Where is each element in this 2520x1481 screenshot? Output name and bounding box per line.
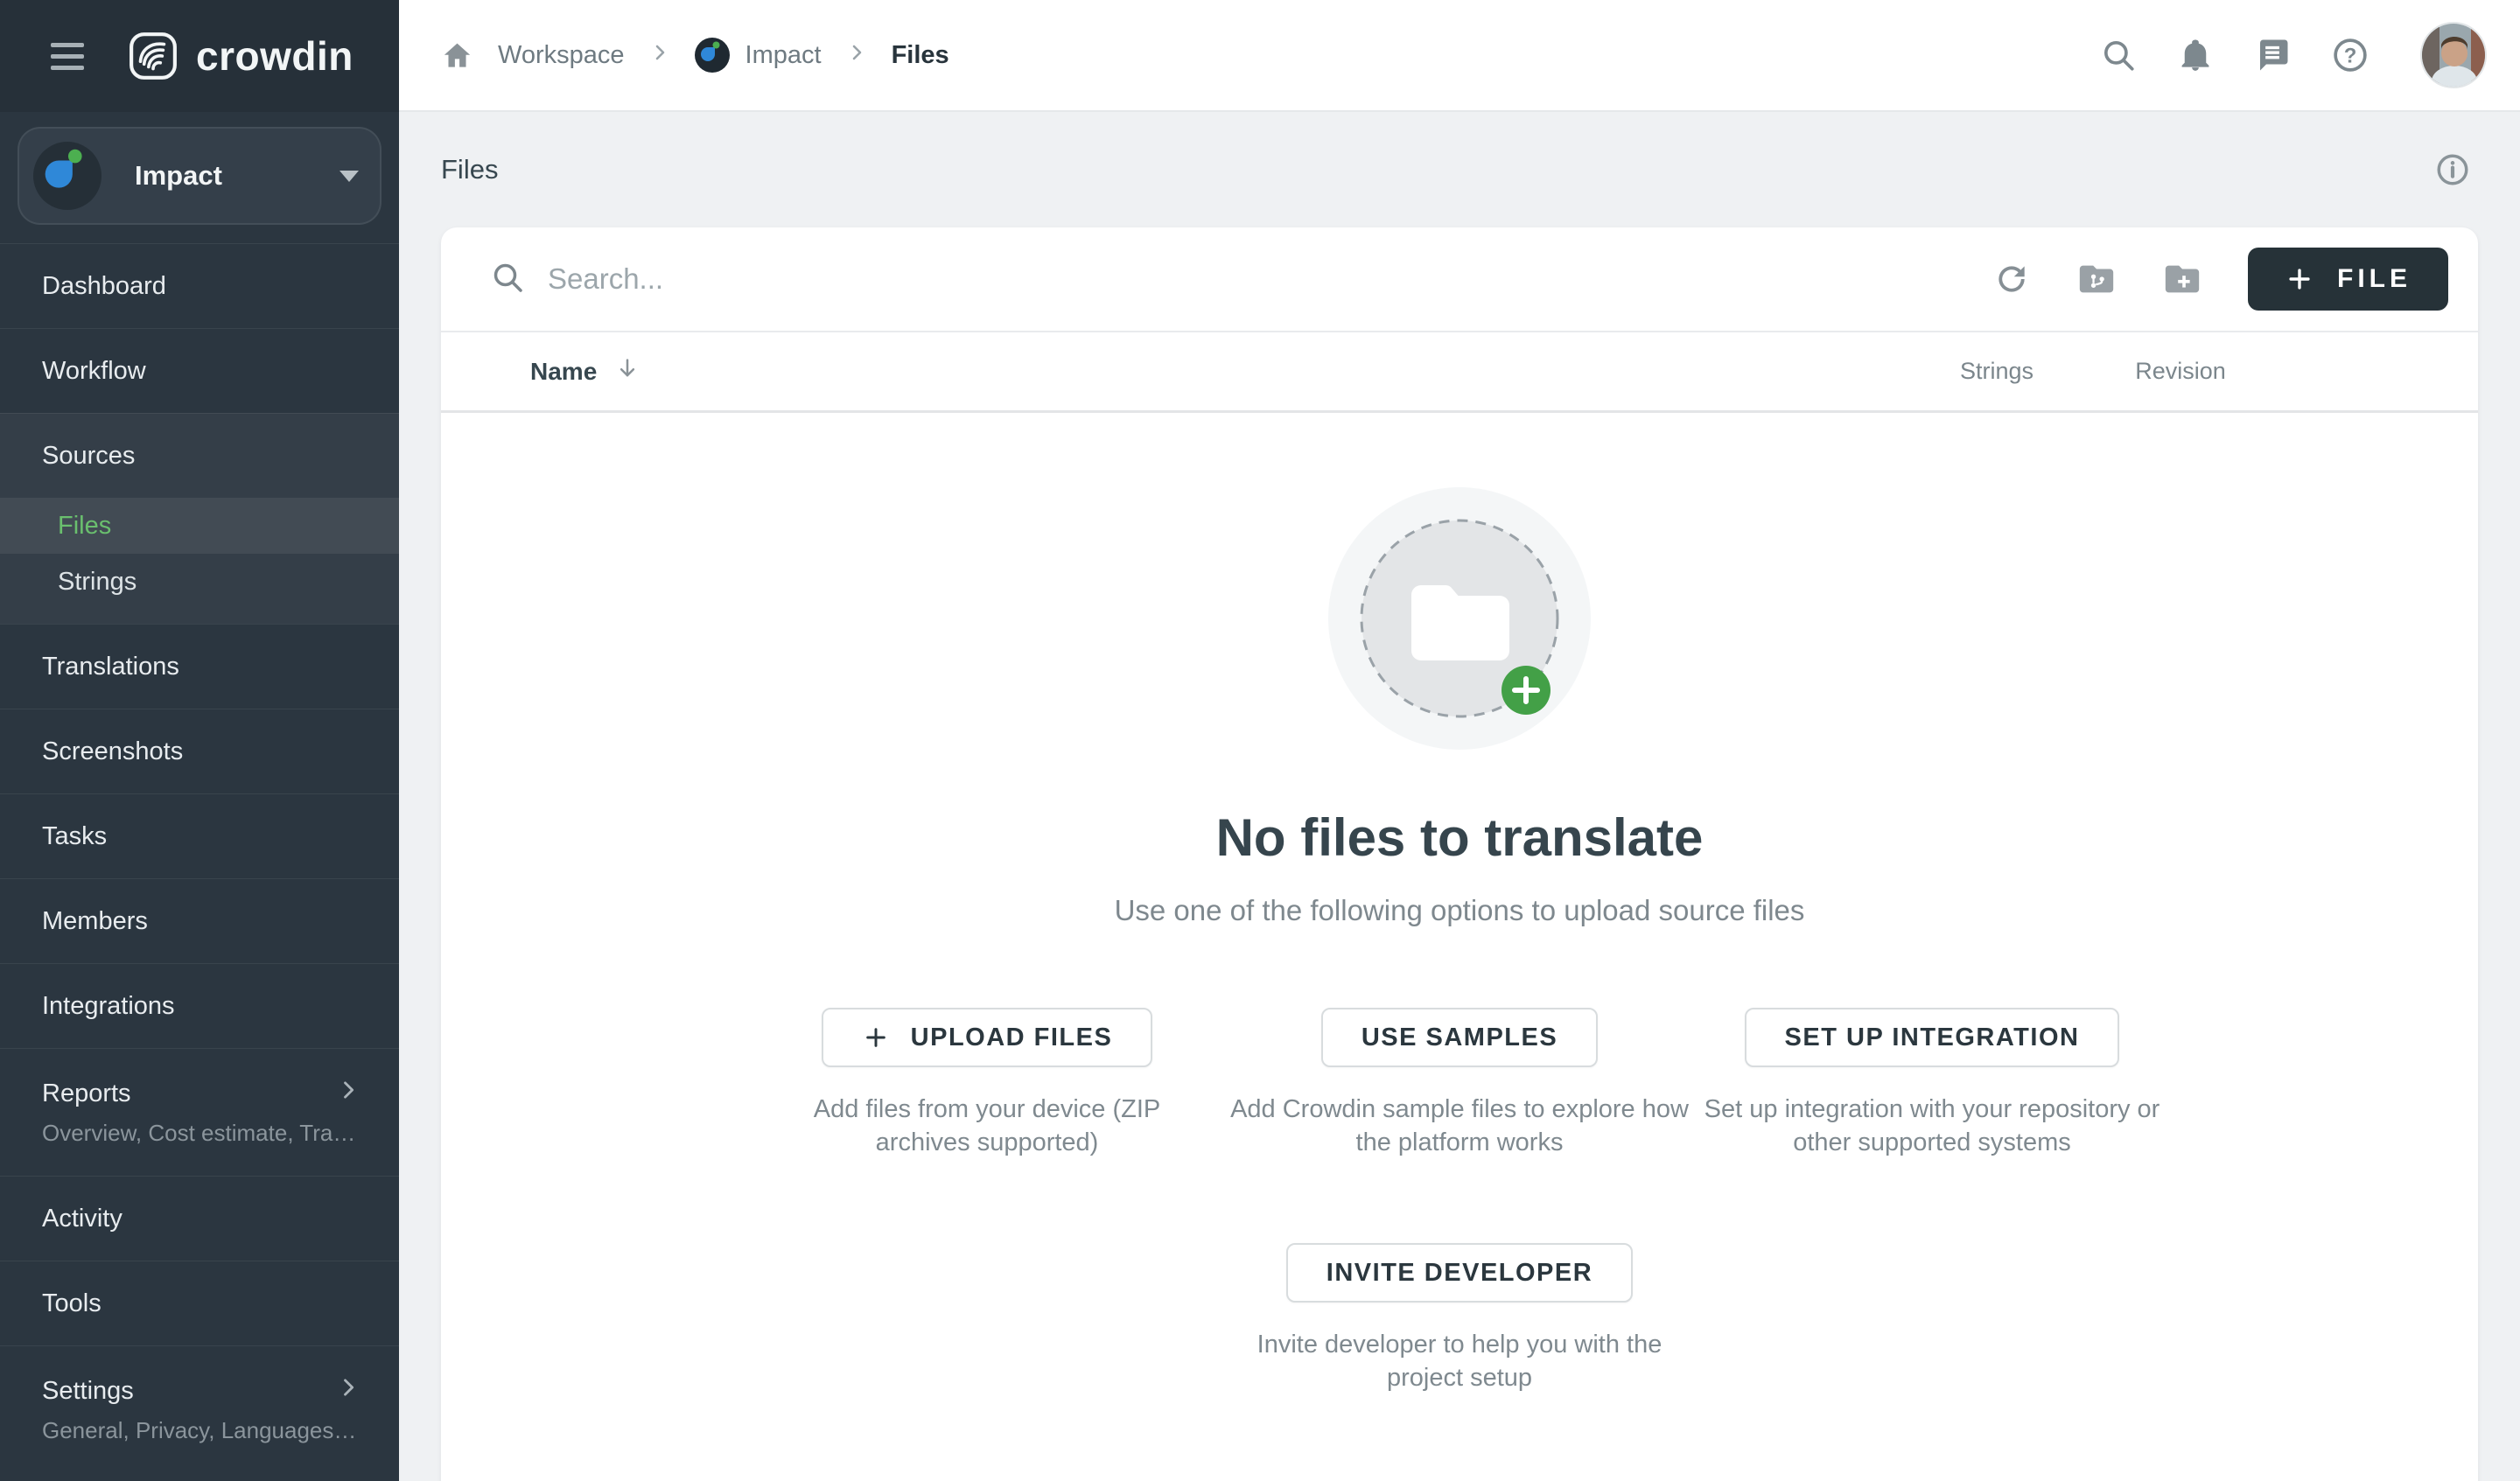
use-samples-button[interactable]: USE SAMPLES — [1321, 1008, 1598, 1067]
column-header-name[interactable]: Name — [530, 355, 1909, 388]
column-header-revision[interactable]: Revision — [2084, 358, 2277, 385]
topbar-main: Workspace Impact Files — [399, 0, 2520, 112]
topbar-brand-area: crowdin — [0, 0, 399, 112]
chevron-right-icon — [649, 41, 670, 70]
project-avatar — [695, 38, 730, 73]
breadcrumb: Workspace Impact Files — [441, 38, 949, 73]
invite-developer-caption: Invite developer to help you with the pr… — [1241, 1329, 1678, 1394]
brand-name: crowdin — [196, 32, 354, 80]
empty-state-title: No files to translate — [1216, 807, 1704, 868]
toolbar-icons — [1992, 259, 2202, 299]
invite-developer-option: INVITE DEVELOPER Invite developer to hel… — [1241, 1243, 1678, 1394]
plus-icon — [2285, 264, 2314, 294]
sidebar-item-members[interactable]: Members — [0, 878, 399, 963]
page-title: Files — [441, 154, 498, 185]
sidebar-item-dashboard[interactable]: Dashboard — [0, 243, 399, 328]
help-icon[interactable]: ? — [2331, 36, 2370, 74]
sidebar-item-screenshots[interactable]: Screenshots — [0, 709, 399, 793]
chevron-right-icon — [846, 41, 867, 70]
user-avatar[interactable] — [2420, 22, 2487, 88]
svg-text:?: ? — [2344, 44, 2357, 67]
sidebar-nav: Dashboard Workflow Sources Files Strings… — [0, 243, 399, 1473]
main-content: Files — [399, 112, 2520, 1481]
upload-files-button[interactable]: UPLOAD FILES — [822, 1008, 1153, 1067]
crowdin-logo[interactable]: crowdin — [128, 31, 354, 81]
search-icon — [490, 260, 525, 299]
page-header: Files — [399, 112, 2520, 227]
project-name: Impact — [135, 160, 306, 192]
caret-down-icon — [340, 171, 359, 182]
sort-descending-icon — [614, 355, 640, 388]
search-input[interactable] — [548, 262, 1992, 296]
use-samples-caption: Add Crowdin sample files to explore how … — [1223, 1093, 1696, 1159]
sidebar-item-activity[interactable]: Activity — [0, 1176, 399, 1261]
project-logo — [33, 142, 102, 210]
files-card: FILE Name Strings Revision — [441, 227, 2478, 1481]
breadcrumb-current: Files — [892, 41, 949, 70]
breadcrumb-project[interactable]: Impact — [695, 38, 822, 73]
sidebar-item-reports[interactable]: Reports Overview, Cost estimate, Transl.… — [0, 1048, 399, 1176]
empty-state-subtitle: Use one of the following options to uplo… — [1115, 894, 1805, 927]
empty-state: No files to translate Use one of the fol… — [441, 413, 2478, 1395]
sidebar-item-tools[interactable]: Tools — [0, 1261, 399, 1345]
sidebar-item-translations[interactable]: Translations — [0, 624, 399, 709]
notifications-bell-icon[interactable] — [2177, 37, 2214, 73]
info-icon[interactable] — [2434, 151, 2471, 188]
plus-icon — [862, 1023, 890, 1051]
sidebar-item-workflow[interactable]: Workflow — [0, 328, 399, 413]
files-table-header: Name Strings Revision — [441, 332, 2478, 413]
refresh-icon[interactable] — [1992, 260, 2031, 298]
empty-folder-illustration — [1328, 487, 1591, 750]
search-icon[interactable] — [2100, 37, 2137, 73]
project-selector[interactable]: Impact — [18, 127, 382, 225]
upload-options: UPLOAD FILES Add files from your device … — [751, 1008, 2168, 1159]
messages-icon[interactable] — [2254, 37, 2291, 73]
breadcrumb-workspace[interactable]: Workspace — [498, 41, 625, 70]
sidebar-item-sources[interactable]: Sources — [0, 413, 399, 498]
sidebar: Impact Dashboard Workflow Sources Files … — [0, 112, 399, 1481]
sidebar-item-integrations[interactable]: Integrations — [0, 963, 399, 1048]
setup-integration-button[interactable]: SET UP INTEGRATION — [1745, 1008, 2120, 1067]
setup-integration-option: SET UP INTEGRATION Set up integration wi… — [1696, 1008, 2168, 1159]
folder-plus-icon[interactable] — [2162, 259, 2202, 299]
crowdin-logo-icon — [128, 31, 178, 81]
chevron-right-icon — [336, 1078, 360, 1109]
upload-files-caption: Add files from your device (ZIP archives… — [812, 1093, 1162, 1159]
home-icon[interactable] — [441, 39, 473, 72]
sidebar-item-tasks[interactable]: Tasks — [0, 793, 399, 878]
setup-integration-caption: Set up integration with your repository … — [1696, 1093, 2168, 1159]
sidebar-item-strings[interactable]: Strings — [0, 554, 399, 610]
invite-developer-button[interactable]: INVITE DEVELOPER — [1286, 1243, 1633, 1303]
topbar: crowdin Workspace Impact — [0, 0, 2520, 112]
add-file-button[interactable]: FILE — [2248, 248, 2448, 311]
app-root: crowdin Workspace Impact — [0, 0, 2520, 1481]
sidebar-item-settings[interactable]: Settings General, Privacy, Languages, Q.… — [0, 1345, 399, 1473]
upload-files-option: UPLOAD FILES Add files from your device … — [751, 1008, 1223, 1159]
breadcrumb-project-label: Impact — [746, 41, 822, 70]
hamburger-menu-button[interactable] — [51, 43, 84, 70]
column-header-strings[interactable]: Strings — [1909, 358, 2084, 385]
chevron-right-icon — [336, 1375, 360, 1407]
topbar-actions: ? — [2100, 22, 2487, 88]
files-toolbar: FILE — [441, 227, 2478, 332]
sidebar-item-files[interactable]: Files — [0, 498, 399, 554]
sidebar-section-sources: Sources Files Strings — [0, 413, 399, 624]
folder-branch-icon[interactable] — [2076, 259, 2117, 299]
use-samples-option: USE SAMPLES Add Crowdin sample files to … — [1223, 1008, 1696, 1159]
